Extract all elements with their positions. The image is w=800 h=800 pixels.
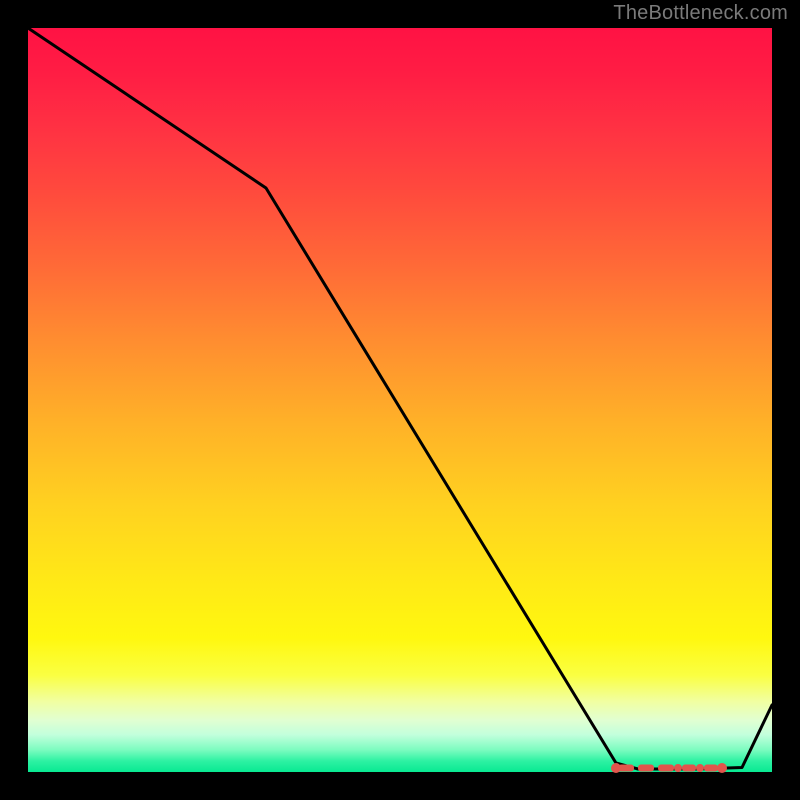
bottleneck-line bbox=[28, 28, 772, 769]
chart-container: TheBottleneck.com bbox=[0, 0, 800, 800]
chart-overlay bbox=[28, 28, 772, 772]
optimal-range-markers bbox=[611, 763, 727, 773]
attribution-text: TheBottleneck.com bbox=[613, 2, 788, 25]
plot-area bbox=[28, 28, 772, 772]
